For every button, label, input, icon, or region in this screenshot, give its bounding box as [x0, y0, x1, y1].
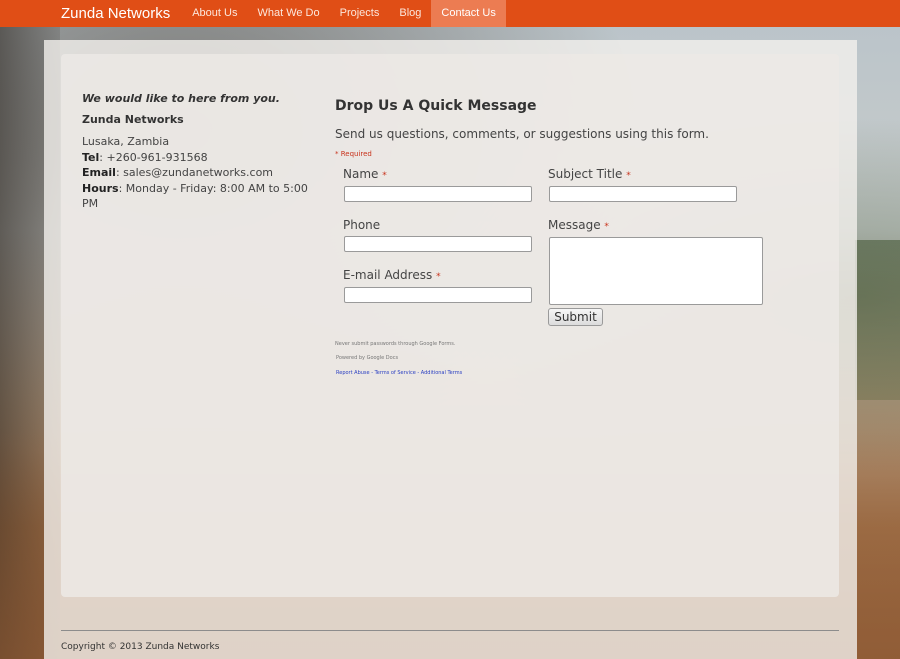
message-label: Message *: [548, 218, 609, 232]
subject-input[interactable]: [549, 186, 737, 202]
passwords-warning: Never submit passwords through Google Fo…: [335, 341, 456, 347]
powered-by: Powered by Google Docs: [336, 355, 399, 361]
terms-of-service-link[interactable]: Terms of Service: [375, 370, 416, 376]
phone-label: Phone: [343, 218, 380, 232]
required-star: *: [604, 222, 609, 232]
email-label: Email: [82, 166, 116, 179]
required-note: * Required: [335, 150, 372, 158]
additional-terms-link[interactable]: Additional Terms: [421, 370, 462, 376]
message-label-text: Message: [548, 218, 601, 232]
contact-tel: Tel: +260-961-931568: [82, 150, 322, 166]
email-field-label: E-mail Address *: [343, 268, 441, 282]
email-value: : sales@zundanetworks.com: [115, 166, 274, 179]
contact-info: We would like to here from you. Zunda Ne…: [82, 92, 322, 212]
background-trees-right: [855, 240, 900, 400]
name-label-text: Name: [343, 167, 379, 181]
submit-button[interactable]: Submit: [548, 308, 603, 326]
tel-label: Tel: [82, 150, 100, 164]
contact-tagline: We would like to here from you.: [82, 92, 280, 105]
form-description: Send us questions, comments, or suggesti…: [335, 127, 709, 141]
tel-value: : +260-961-931568: [99, 150, 208, 164]
brand-logo[interactable]: Zunda Networks: [61, 0, 170, 27]
nav-item-projects[interactable]: Projects: [330, 0, 390, 27]
phone-input[interactable]: [344, 236, 532, 252]
email-input[interactable]: [344, 287, 532, 303]
required-star: *: [626, 171, 631, 181]
email-field-label-text: E-mail Address: [343, 268, 433, 282]
contact-location: Lusaka, Zambia: [82, 135, 170, 148]
nav-item-what-we-do[interactable]: What We Do: [247, 0, 329, 27]
copyright: Copyright © 2013 Zunda Networks: [61, 642, 220, 652]
required-star: *: [382, 171, 387, 181]
form-footer-links: Report Abuse - Terms of Service - Additi…: [336, 370, 462, 376]
phone-label-text: Phone: [343, 218, 381, 232]
hours-label: Hours: [82, 181, 119, 195]
name-label: Name *: [343, 167, 387, 181]
nav-item-about-us[interactable]: About Us: [182, 0, 247, 27]
name-input[interactable]: [344, 186, 532, 202]
contact-email: Email: sales@zundanetworks.com: [82, 165, 322, 181]
subject-label: Subject Title *: [548, 167, 631, 181]
report-abuse-link[interactable]: Report Abuse: [336, 370, 370, 376]
contact-hours: Hours: Monday - Friday: 8:00 AM to 5:00 …: [82, 181, 322, 212]
nav-item-blog[interactable]: Blog: [389, 0, 431, 27]
top-navbar: Zunda Networks About Us What We Do Proje…: [0, 0, 900, 27]
required-star: *: [436, 272, 441, 282]
subject-label-text: Subject Title: [548, 167, 623, 181]
company-name: Zunda Networks: [82, 113, 184, 126]
message-textarea[interactable]: [549, 237, 763, 305]
footer-divider: [61, 630, 839, 631]
nav-item-contact-us[interactable]: Contact Us: [431, 0, 506, 27]
form-title: Drop Us A Quick Message: [335, 98, 537, 114]
